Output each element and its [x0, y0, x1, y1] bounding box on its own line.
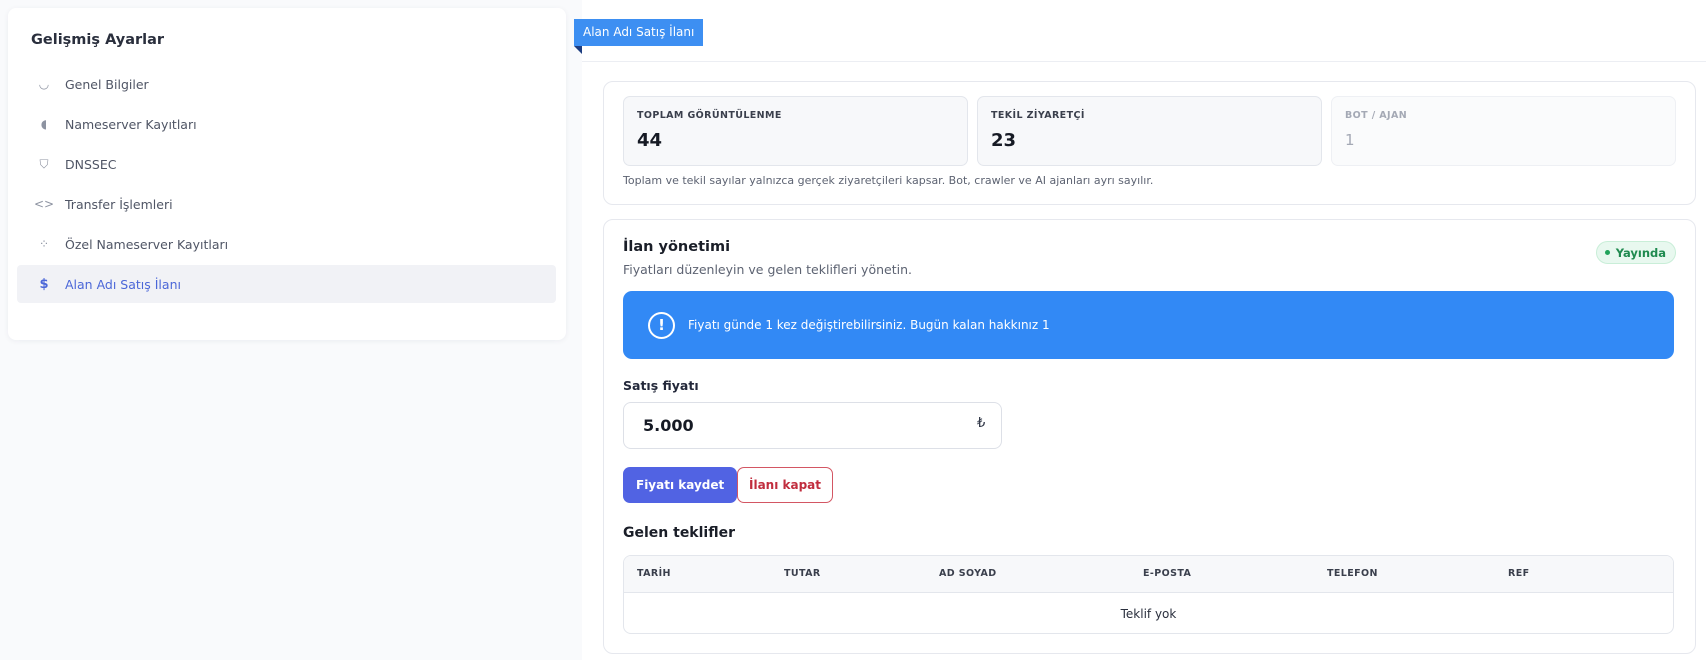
sidebar-item-domain-sale[interactable]: $ Alan Adı Satış İlanı: [17, 265, 556, 303]
shield-icon: ⛉: [39, 156, 49, 171]
stat-label: TOPLAM GÖRÜNTÜLENME: [637, 110, 782, 121]
ribbon-fold: [574, 46, 582, 54]
server-icon: ◖: [40, 117, 48, 131]
nodes-icon: ⁘: [38, 237, 50, 251]
column-header-date: TARİH: [637, 568, 671, 579]
column-header-email: E-POSTA: [1143, 568, 1192, 579]
status-badge: Yayında: [1595, 241, 1676, 264]
sidebar-item-label: Alan Adı Satış İlanı: [65, 276, 181, 292]
sidebar-item-transfer[interactable]: <> Transfer İşlemleri: [17, 185, 556, 223]
sidebar-item-custom-nameserver[interactable]: ⁘ Özel Nameserver Kayıtları: [17, 225, 556, 263]
dollar-icon: $: [39, 276, 49, 292]
price-label: Satış fiyatı: [623, 378, 699, 393]
stats-note: Toplam ve tekil sayılar yalnızca gerçek …: [623, 174, 1154, 187]
column-header-amount: TUTAR: [784, 568, 821, 579]
stats-card: TOPLAM GÖRÜNTÜLENME 44 TEKİL ZİYARETÇİ 2…: [603, 81, 1696, 205]
sidebar-item-label: Nameserver Kayıtları: [65, 116, 197, 132]
sidebar-item-label: Genel Bilgiler: [65, 76, 149, 92]
stat-total-views: TOPLAM GÖRÜNTÜLENME 44: [623, 96, 968, 166]
listing-management-card: İlan yönetimi Fiyatları düzenleyin ve ge…: [603, 219, 1696, 654]
column-header-ref: REF: [1508, 568, 1530, 579]
section-subtitle: Fiyatları düzenleyin ve gelen teklifleri…: [623, 262, 912, 277]
save-price-button[interactable]: Fiyatı kaydet: [623, 467, 738, 503]
sidebar-item-nameserver[interactable]: ◖ Nameserver Kayıtları: [17, 105, 556, 143]
stat-unique-visitors: TEKİL ZİYARETÇİ 23: [977, 96, 1322, 166]
close-listing-button[interactable]: İlanı kapat: [737, 467, 834, 503]
price-input[interactable]: [623, 402, 1002, 449]
section-title: İlan yönetimi: [623, 239, 731, 255]
sidebar-title: Gelişmiş Ayarlar: [31, 32, 165, 48]
info-circle-icon: ◡: [38, 77, 50, 91]
info-alert: ! Fiyatı günde 1 kez değiştirebilirsiniz…: [623, 291, 1674, 359]
lira-icon: ₺: [977, 416, 986, 431]
table-header: TARİH TUTAR AD SOYAD E-POSTA TELEFON REF: [624, 556, 1673, 593]
status-badge-label: Yayında: [1615, 245, 1666, 260]
sidebar-item-label: Özel Nameserver Kayıtları: [65, 236, 229, 252]
table-empty-row: Teklif yok: [1120, 606, 1177, 621]
settings-sidebar: Gelişmiş Ayarlar ◡ Genel Bilgiler ◖ Name…: [8, 8, 566, 340]
sidebar-item-label: DNSSEC: [65, 156, 117, 172]
offers-table: TARİH TUTAR AD SOYAD E-POSTA TELEFON REF…: [623, 555, 1674, 634]
sidebar-item-label: Transfer İşlemleri: [65, 196, 173, 212]
page-ribbon: Alan Adı Satış İlanı: [574, 19, 704, 46]
offers-title: Gelen teklifler: [623, 525, 735, 541]
column-header-phone: TELEFON: [1327, 568, 1378, 579]
code-icon: <>: [33, 197, 55, 211]
sidebar-item-dnssec[interactable]: ⛉ DNSSEC: [17, 145, 556, 183]
stat-value: 44: [637, 130, 663, 151]
sidebar-item-general-info[interactable]: ◡ Genel Bilgiler: [17, 65, 556, 103]
stat-value: 1: [1345, 131, 1355, 149]
column-header-name: AD SOYAD: [939, 568, 997, 579]
stat-bot-agent: BOT / AJAN 1: [1331, 96, 1676, 166]
stat-value: 23: [991, 130, 1017, 151]
exclamation-circle-icon: !: [648, 311, 675, 339]
status-dot-icon: [1604, 250, 1610, 255]
stat-label: TEKİL ZİYARETÇİ: [991, 110, 1085, 121]
stat-label: BOT / AJAN: [1345, 110, 1408, 121]
header-divider: [582, 61, 1706, 62]
alert-text: Fiyatı günde 1 kez değiştirebilirsiniz. …: [688, 318, 1050, 332]
